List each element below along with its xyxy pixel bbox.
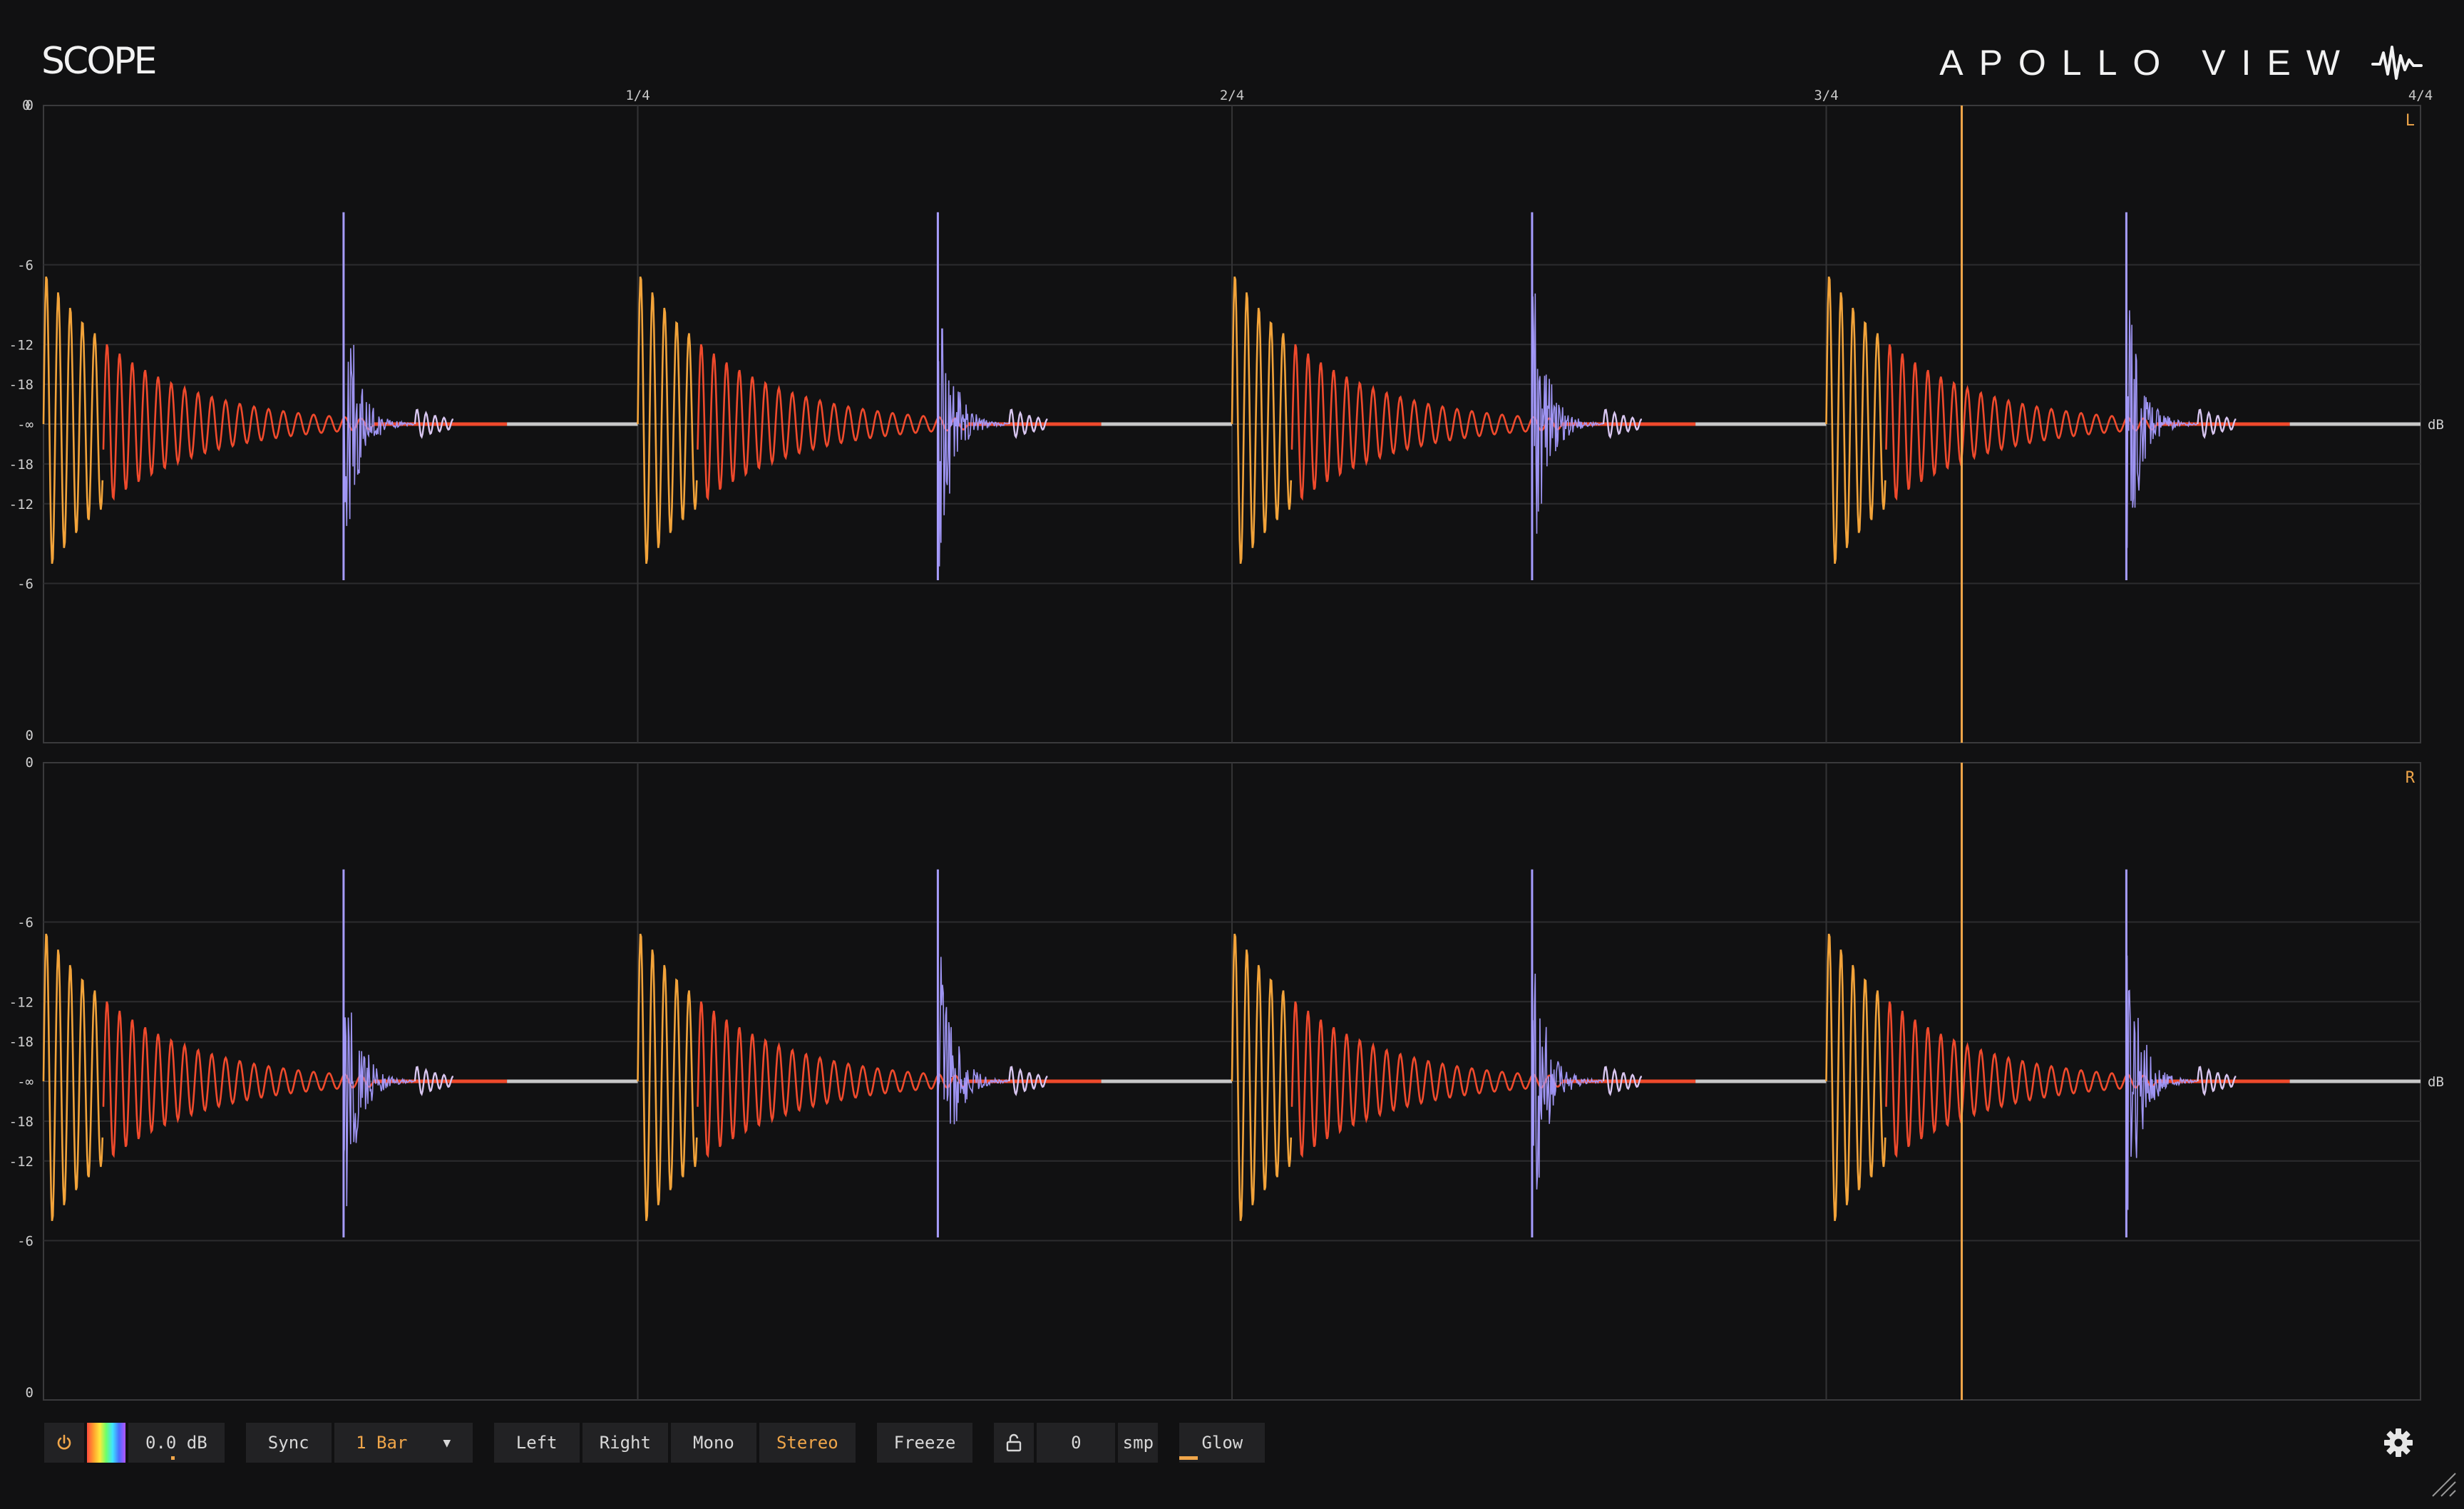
db-scale-label: -12 bbox=[9, 497, 34, 513]
db-scale-label: 0 bbox=[26, 728, 34, 743]
db-scale-label: -12 bbox=[9, 1154, 34, 1170]
kick-tail-waveform bbox=[697, 1001, 968, 1158]
channel-label: L bbox=[2406, 112, 2415, 130]
kick-tail-waveform bbox=[102, 344, 374, 501]
mode-right-button[interactable]: Right bbox=[582, 1423, 668, 1463]
timeline-marker-label: 2/4 bbox=[1220, 88, 1244, 103]
db-scale-label: -6 bbox=[17, 258, 34, 274]
db-scale-label: -18 bbox=[9, 1034, 34, 1050]
kick-attack-waveform bbox=[42, 933, 104, 1222]
offset-unit: smp bbox=[1122, 1433, 1154, 1453]
offset-unit-button[interactable]: smp bbox=[1118, 1423, 1159, 1463]
kick-tail-waveform bbox=[1290, 344, 1563, 501]
offset-group: 0 smp bbox=[994, 1423, 1159, 1463]
freeze-button[interactable]: Freeze bbox=[876, 1423, 973, 1463]
gain-label: 0.0 dB bbox=[145, 1433, 207, 1453]
offset-lock-button[interactable] bbox=[994, 1423, 1041, 1463]
sync-group: Sync 1 Bar ▼ bbox=[245, 1423, 473, 1463]
oscilloscope-display[interactable]: 0 1/4 2/4 3/4 4/4 0 -6 -12 -18 -∞ -18 -12 -6 0 LdB 0 -6 -… bbox=[0, 0, 2464, 1411]
db-scale-label: 0 bbox=[26, 755, 34, 771]
db-scale-label: -12 bbox=[9, 994, 34, 1010]
bottom-toolbar: 0.0 dB Sync 1 Bar ▼ Left Right Mono Ster… bbox=[44, 1423, 1266, 1463]
db-scale-label: -18 bbox=[9, 457, 34, 473]
gear-icon[interactable] bbox=[2381, 1426, 2416, 1460]
kick-attack-waveform bbox=[42, 276, 104, 565]
glow-button[interactable]: Glow bbox=[1179, 1423, 1266, 1463]
kick-attack-waveform bbox=[1231, 933, 1293, 1222]
unlock-icon bbox=[1007, 1433, 1022, 1452]
kick-tail-waveform bbox=[1290, 1001, 1563, 1158]
timeline-marker-label: 3/4 bbox=[1814, 88, 1838, 103]
mode-right-label: Right bbox=[599, 1433, 651, 1453]
db-unit-label: dB bbox=[2428, 1074, 2444, 1090]
timeline-marker-label: 1/4 bbox=[625, 88, 650, 103]
mode-left-button[interactable]: Left bbox=[493, 1423, 580, 1463]
offset-value: 0 bbox=[1071, 1433, 1082, 1453]
db-scale-label: -18 bbox=[9, 1114, 34, 1130]
db-scale-label: -∞ bbox=[17, 1074, 34, 1090]
color-spectrum-icon[interactable] bbox=[87, 1423, 125, 1463]
mode-stereo-button[interactable]: Stereo bbox=[759, 1423, 856, 1463]
db-scale-label: 0 bbox=[26, 98, 34, 113]
sync-label: Sync bbox=[267, 1433, 309, 1453]
kick-attack-waveform bbox=[637, 933, 698, 1222]
snare-waveform bbox=[937, 957, 1009, 1125]
sync-length-value: 1 Bar bbox=[356, 1433, 408, 1453]
db-scale-label: 0 bbox=[26, 1385, 34, 1401]
dropdown-caret-icon: ▼ bbox=[443, 1435, 451, 1451]
channel-mode-group: Left Right Mono Stereo bbox=[493, 1423, 856, 1463]
gain-value[interactable]: 0.0 dB bbox=[128, 1423, 225, 1463]
db-scale-label: -6 bbox=[17, 1234, 34, 1250]
db-unit-label: dB bbox=[2428, 417, 2444, 433]
db-scale-label: -∞ bbox=[17, 417, 34, 433]
glow-group: Glow bbox=[1179, 1423, 1266, 1463]
freeze-group: Freeze bbox=[876, 1423, 973, 1463]
kick-attack-waveform bbox=[1825, 276, 1886, 565]
mode-mono-label: Mono bbox=[693, 1433, 734, 1453]
kick-tail-waveform bbox=[102, 1001, 374, 1158]
mode-left-label: Left bbox=[515, 1433, 558, 1453]
kick-attack-waveform bbox=[637, 276, 698, 565]
db-scale-label: -12 bbox=[9, 337, 34, 353]
power-icon bbox=[57, 1434, 71, 1450]
snare-waveform bbox=[2125, 310, 2198, 548]
snare-waveform bbox=[937, 328, 1009, 567]
glow-label: Glow bbox=[1201, 1433, 1243, 1453]
snare-waveform bbox=[1531, 293, 1603, 534]
channel-label: R bbox=[2406, 769, 2416, 787]
mode-stereo-label: Stereo bbox=[776, 1433, 838, 1453]
gain-group: 0.0 dB bbox=[44, 1423, 225, 1463]
snare-waveform bbox=[343, 272, 415, 526]
kick-tail-waveform bbox=[1885, 1001, 2157, 1158]
power-button[interactable] bbox=[44, 1423, 84, 1463]
db-scale-label: -18 bbox=[9, 377, 34, 393]
offset-value-field[interactable]: 0 bbox=[1037, 1423, 1116, 1463]
kick-tail-waveform bbox=[697, 344, 968, 501]
sync-button[interactable]: Sync bbox=[245, 1423, 332, 1463]
kick-attack-waveform bbox=[1231, 276, 1293, 565]
sync-length-dropdown[interactable]: 1 Bar ▼ bbox=[334, 1423, 473, 1463]
resize-grip-icon[interactable] bbox=[2428, 1469, 2457, 1498]
glow-level-indicator bbox=[1179, 1456, 1198, 1460]
kick-tail-waveform bbox=[1885, 344, 2157, 501]
db-scale-label: -6 bbox=[17, 915, 34, 931]
db-scale-label: -6 bbox=[17, 577, 34, 592]
gain-level-indicator bbox=[171, 1456, 175, 1460]
timeline-marker-label: 4/4 bbox=[2408, 88, 2433, 103]
kick-attack-waveform bbox=[1825, 933, 1886, 1222]
mode-mono-button[interactable]: Mono bbox=[670, 1423, 756, 1463]
freeze-label: Freeze bbox=[893, 1433, 956, 1453]
